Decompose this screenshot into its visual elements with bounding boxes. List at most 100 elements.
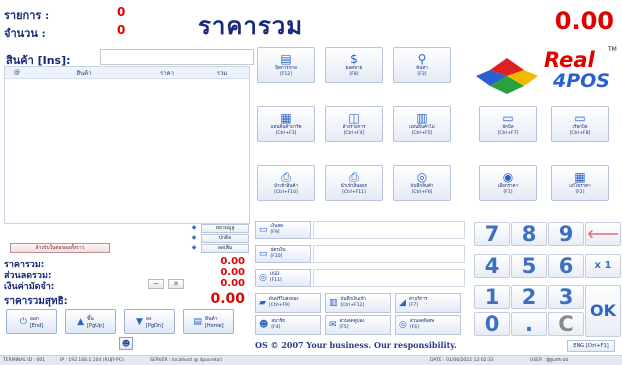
date-time: DATE : 01/06/2022 12:02:33 xyxy=(430,358,494,363)
terminal-id: TERMINAL ID : 001 xyxy=(3,358,46,363)
side-button-1[interactable]: หยวนมูลู xyxy=(201,224,249,233)
ip-address: IP : 192.168.1.104 (RUJY-PC) xyxy=(60,358,124,363)
side-button-3[interactable]: ลดเพิ่ม xyxy=(201,244,249,253)
sales-total-button[interactable]: $ ยอดขาย [F8] xyxy=(325,47,383,83)
delivery-note-button[interactable]: ▰ ต้นฟรีใบส่งของ [Ctrl+F9] xyxy=(255,293,321,313)
multiply-key[interactable]: x 1 xyxy=(585,254,621,278)
discount-value: 0.00 xyxy=(220,267,245,278)
coupon-icon: ✉ xyxy=(329,320,337,330)
logo-real-text: Real xyxy=(544,48,595,72)
key-7[interactable]: 7 xyxy=(474,222,510,246)
server-info: SERVER : localhost @ 4posretail xyxy=(150,358,222,363)
key-9[interactable]: 9 xyxy=(548,222,584,246)
power-icon: ⏻ xyxy=(19,316,27,327)
key-4[interactable]: 4 xyxy=(474,254,510,278)
edit-price-button[interactable]: ▦ แก้ไขราคา [F2] xyxy=(551,165,609,201)
card-icon: ▭ xyxy=(259,249,268,259)
page-up-button[interactable]: ▲ ขึ้น [PgUp] xyxy=(65,309,116,334)
key-6[interactable]: 6 xyxy=(548,254,584,278)
button-label: บันทึกเงินเข้า [Ctrl+F12] xyxy=(340,297,367,308)
button-label: นำเข้าสินออก [Ctrl+F11] xyxy=(340,183,368,195)
button-label: นำเข้าสินค้า [Ctrl+F10] xyxy=(273,183,299,195)
key-8[interactable]: 8 xyxy=(511,222,547,246)
truck-icon: ▰ xyxy=(259,298,266,308)
button-label: สมาชิก [F4] xyxy=(271,319,286,330)
user-icon[interactable]: ☻ xyxy=(119,337,133,350)
key-clear[interactable]: C xyxy=(548,312,584,336)
card-button[interactable]: ▭ บัตรเงิน [F10] xyxy=(255,245,311,263)
button-label: ออก [End] xyxy=(29,315,44,329)
special-discount-button[interactable]: ◎ ส่วนลดพิเศษ [F6] xyxy=(395,315,461,335)
button-label: ลง [PgDn] xyxy=(145,315,164,329)
document-icon: ▤ xyxy=(193,316,202,327)
status-bar: TERMINAL ID : 001 IP : 192.168.1.104 (RU… xyxy=(0,355,622,365)
save-product-button[interactable]: ◎ บันทึกสินค้า [Ctrl+F6] xyxy=(393,165,451,201)
export-product-button[interactable]: ⎙ นำเข้าสินออก [Ctrl+F11] xyxy=(325,165,383,201)
product-input[interactable] xyxy=(100,49,254,65)
discount-icon: ◆ xyxy=(191,244,197,251)
key-2[interactable]: 2 xyxy=(511,285,547,309)
usd-field[interactable] xyxy=(313,269,465,287)
button-label: เรียกบิล [Ctrl+F8] xyxy=(569,124,591,136)
clear-list-button[interactable]: ◫ ล้างรายการ [Ctrl+F4] xyxy=(325,106,383,142)
usd-button[interactable]: ◎ USD [F11] xyxy=(255,269,311,287)
usd-icon: ◎ xyxy=(259,273,267,283)
open-folder-icon: ▭ xyxy=(574,110,586,125)
product-home-button[interactable]: ▤ สินค้า [Home] xyxy=(183,309,234,334)
ok-button[interactable]: OK xyxy=(585,285,621,337)
search-button[interactable]: ⚲ ค้นหา [F3] xyxy=(393,47,451,83)
list-icon: ▦ xyxy=(280,110,292,125)
button-label: ต้นฟรีใบส่งของ [Ctrl+F9] xyxy=(268,297,299,308)
button-label: ส่วนลดพิเศษ [F6] xyxy=(409,319,435,330)
import-product-button[interactable]: ⎙ นำเข้าสินค้า [Ctrl+F10] xyxy=(257,165,315,201)
button-label: บันทึกสินค้า [Ctrl+F6] xyxy=(410,183,434,195)
recall-bill-button[interactable]: ▭ เรียกบิล [Ctrl+F8] xyxy=(551,106,609,142)
subtotal-value: 0.00 xyxy=(220,256,245,267)
discount-icon: ◎ xyxy=(399,320,407,330)
printer-out-icon: ⎙ xyxy=(349,169,359,184)
cash-field[interactable] xyxy=(313,221,465,239)
plus-icon: ◆ xyxy=(191,224,197,231)
record-income-button[interactable]: ▥ บันทึกเงินเข้า [Ctrl+F12] xyxy=(325,293,391,313)
replace-item-button[interactable]: ▥ แทนสินค้าไม่ [Ctrl+F5] xyxy=(393,106,451,142)
service-fee-button[interactable]: ◢ ค่าบริการ [F7] xyxy=(395,293,461,313)
quantity-count: 0 xyxy=(117,23,126,37)
clear-items-button[interactable]: ล้างรับใบต่อของทั้งราว xyxy=(10,243,110,253)
logo-tm-text: TM xyxy=(608,46,617,53)
replace-barcode-button[interactable]: ▦ แทนสินค้าบาร์ค [Ctrl+F3] xyxy=(257,106,315,142)
column-header: รวม xyxy=(216,69,228,77)
exit-button[interactable]: ⏻ ออก [End] xyxy=(6,309,57,334)
page-down-button[interactable]: ▼ ลง [PgDn] xyxy=(124,309,175,334)
side-button-2[interactable]: ปกติล xyxy=(201,234,249,243)
card-field[interactable] xyxy=(313,245,465,263)
button-label: ค้นหา [F3] xyxy=(416,65,428,77)
language-button[interactable]: ENG [Ctrl+F1] xyxy=(567,340,615,352)
close-sale-button[interactable]: ▤ ปิดการขาย [F12] xyxy=(257,47,315,83)
pos-window: รายการ : 0 จำนวน : 0 ราคารวม 0.00 สินค้า… xyxy=(0,0,622,365)
backspace-icon[interactable]: 🡐 xyxy=(585,222,621,246)
key-3[interactable]: 3 xyxy=(548,285,584,309)
select-price-button[interactable]: ◉ เลือกราคา [F1] xyxy=(479,165,537,201)
button-label: ล้างรายการ [Ctrl+F4] xyxy=(342,124,366,136)
hold-bill-button[interactable]: ▭ พักบิล [Ctrl+F7] xyxy=(479,106,537,142)
coupon-discount-button[interactable]: ✉ ส่วนลดคูปอง [F5] xyxy=(325,315,391,335)
key-decimal[interactable]: . xyxy=(511,312,547,336)
key-0[interactable]: 0 xyxy=(474,312,510,336)
folder-icon: ▭ xyxy=(502,110,514,125)
button-label: USD [F11] xyxy=(269,272,282,283)
arrow-down-icon: ▼ xyxy=(135,316,143,327)
deposit-value: 0.00 xyxy=(220,278,245,289)
search-icon: ⚲ xyxy=(417,51,427,66)
calculator-icon: ▦ xyxy=(574,169,586,184)
key-5[interactable]: 5 xyxy=(511,254,547,278)
minus-button[interactable]: − xyxy=(148,279,164,289)
key-1[interactable]: 1 xyxy=(474,285,510,309)
book-icon: ▥ xyxy=(329,298,338,308)
member-button[interactable]: ☻ สมาชิก [F4] xyxy=(255,315,321,335)
button-label: ขึ้น [PgUp] xyxy=(86,315,104,329)
cash-button[interactable]: ▭ เงินสด [F9] xyxy=(255,221,311,239)
delete-button[interactable]: ✕ xyxy=(168,279,184,289)
page-title: ราคารวม xyxy=(198,12,304,40)
button-label: เลือกราคา [F1] xyxy=(497,183,519,195)
items-label: รายการ : xyxy=(4,9,50,22)
